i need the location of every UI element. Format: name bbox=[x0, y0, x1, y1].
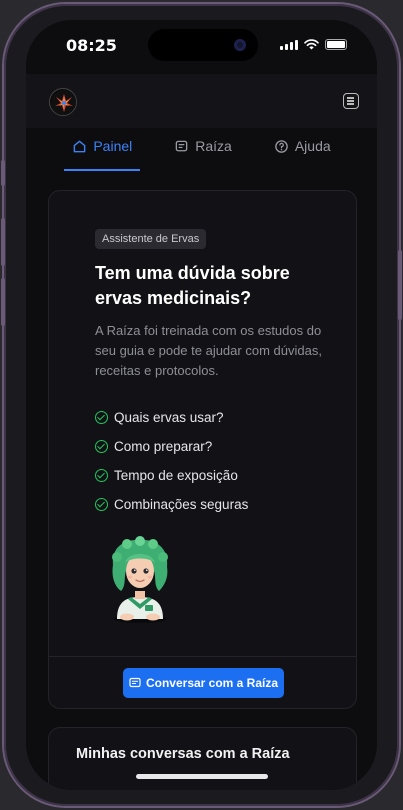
home-icon bbox=[73, 140, 86, 152]
tab-ajuda[interactable]: Ajuda bbox=[266, 128, 339, 164]
wifi-icon bbox=[304, 39, 319, 50]
feature-item: Combinações seguras bbox=[95, 490, 248, 519]
side-button bbox=[1, 218, 5, 266]
side-button bbox=[398, 250, 402, 320]
tab-label: Ajuda bbox=[294, 138, 331, 154]
card-description: A Raíza foi treinada com os estudos do s… bbox=[95, 323, 322, 378]
status-icons bbox=[280, 39, 347, 50]
tab-label: Painel bbox=[93, 138, 133, 154]
tab-raiza[interactable]: Raíza bbox=[166, 128, 240, 164]
check-circle-icon bbox=[95, 498, 108, 511]
side-button bbox=[1, 160, 5, 186]
check-circle-icon bbox=[95, 469, 108, 482]
check-circle-icon bbox=[95, 440, 108, 453]
chat-with-raiza-button[interactable]: Conversar com a Raíza bbox=[123, 668, 284, 698]
divider bbox=[49, 656, 356, 657]
cta-label: Conversar com a Raíza bbox=[145, 676, 279, 690]
help-circle-icon bbox=[275, 139, 288, 153]
chat-icon bbox=[129, 677, 141, 688]
check-circle-icon bbox=[95, 411, 108, 424]
side-button bbox=[1, 278, 5, 326]
card-title: Tem uma dúvida sobre ervas medicinais? bbox=[95, 263, 290, 308]
tab-painel[interactable]: Painel bbox=[64, 128, 141, 171]
tab-label: Raíza bbox=[195, 138, 232, 154]
feature-list: Quais ervas usar? Como preparar? Tempo d… bbox=[95, 403, 248, 519]
camera-icon bbox=[234, 39, 246, 51]
conversations-card[interactable]: Minhas conversas com a Raíza bbox=[48, 727, 357, 790]
tab-bar: Painel Raíza Ajuda bbox=[26, 128, 377, 172]
status-time: 08:25 bbox=[66, 36, 117, 55]
dynamic-island bbox=[148, 29, 258, 61]
battery-icon bbox=[325, 39, 347, 50]
home-indicator[interactable] bbox=[136, 774, 268, 779]
screen: 08:25 Painel Raíza Ajuda Assistente de E… bbox=[26, 20, 377, 790]
brand-logo[interactable] bbox=[49, 88, 77, 116]
signal-icon bbox=[280, 40, 298, 50]
feature-item: Quais ervas usar? bbox=[95, 403, 248, 432]
app-header bbox=[26, 74, 377, 128]
status-bar: 08:25 bbox=[26, 20, 377, 74]
chat-icon bbox=[175, 140, 188, 151]
mascot-illustration bbox=[112, 536, 168, 623]
feature-item: Como preparar? bbox=[95, 432, 248, 461]
feature-item: Tempo de exposição bbox=[95, 461, 248, 490]
assistant-badge: Assistente de Ervas bbox=[95, 229, 207, 249]
assistant-card: Assistente de Ervas Tem uma dúvida sobre… bbox=[48, 190, 357, 709]
conversations-title: Minhas conversas com a Raíza bbox=[76, 746, 290, 762]
menu-icon[interactable] bbox=[343, 93, 359, 109]
